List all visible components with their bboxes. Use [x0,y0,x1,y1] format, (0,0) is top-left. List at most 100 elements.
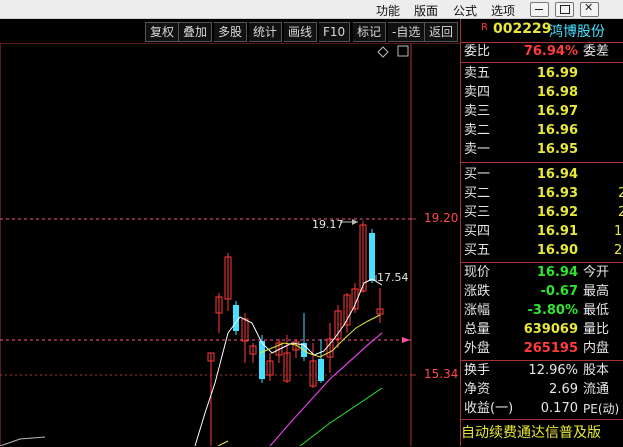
buy-extra: 2 [618,205,623,220]
buy-price: 16.90 [536,243,578,258]
ad-ticker[interactable]: 自动续费通达信普及版 [461,419,623,447]
sell-row: 卖三 16.97 [461,103,623,121]
sell-price: 16.99 [536,66,578,81]
kline-chart[interactable]: 19.20 15.34 19.17 17.54 [0,43,460,446]
sell-price: 16.96 [536,123,578,138]
stock-name[interactable]: 鸿博股份 [549,21,605,41]
peak-arrow [352,219,358,225]
candles [207,221,384,446]
stat-label2: 今开 [583,265,610,280]
stat-value: 265195 [523,341,578,356]
stat2-row: 净资 2.69 流通 [461,381,623,399]
stat-label2: 量比 [583,322,610,337]
buy-price: 16.92 [536,205,578,220]
candle-down [318,359,324,381]
restore-button[interactable] [555,2,574,17]
button-draw-line[interactable]: 画线 [284,22,318,42]
stat-row: 外盘 265195 内盘 [461,340,623,358]
restore-icon [560,5,570,14]
divider [461,162,623,163]
sell-row: 卖一 16.95 [461,141,623,159]
volume-line [0,436,46,446]
sell-price: 16.95 [536,142,578,157]
button-overlay[interactable]: 叠加 [179,22,213,42]
sell-row: 卖二 16.96 [461,122,623,140]
sell-label: 卖一 [464,142,491,157]
stat-label2: 最高 [583,284,610,299]
buy-extra: 2 [618,186,623,201]
stat-row: 涨跌 -0.67 最高 [461,283,623,301]
buy-label: 买五 [464,243,491,258]
button-watchlist[interactable]: -自选 [388,22,426,42]
sell-label: 卖三 [464,104,491,119]
stat2-label2: 股本 [583,363,610,378]
y-label-19-20: 19.20 [424,211,459,225]
stat-label: 总量 [464,322,491,337]
candle-down [259,341,265,379]
stat-label: 现价 [464,265,491,280]
stat-label: 外盘 [464,341,491,356]
stock-terminal-window: 功能 版面 公式 选项 ✕ 复权 叠加 多股 统计 画线 F10 标记 -自选 … [0,0,623,447]
weicha-label: 委差 [583,44,610,59]
button-statistics[interactable]: 统计 [249,22,283,42]
sell-label: 卖二 [464,123,491,138]
buy-price: 16.94 [536,167,578,182]
sell-row: 卖五 16.99 [461,65,623,83]
weibi-row: 委比 76.94% 委差 [461,43,623,61]
kline-svg[interactable] [0,43,460,446]
stat-value: -0.67 [540,284,578,299]
buy-row: 买二 16.93 2 [461,185,623,203]
button-fuquan[interactable]: 复权 [145,22,180,42]
stat2-row: 换手 12.96% 股本 [461,362,623,380]
stat2-label2: 流通 [583,382,610,397]
menu-function[interactable]: 功能 [376,2,400,19]
stock-badge: R [481,22,488,33]
stat-label2: 内盘 [583,341,610,356]
buy-label: 买三 [464,205,491,220]
weibi-value: 76.94% [523,44,578,59]
stat2-label: 收益(一) [464,401,514,416]
divider [461,360,623,361]
quote-panel: R 002229 鸿博股份 委比 76.94% 委差 卖五 16.99 卖四 16.… [460,19,623,447]
sell-price: 16.97 [536,104,578,119]
button-f10[interactable]: F10 [319,22,351,42]
last-price-label: 17.54 [377,271,409,284]
stat2-label2: PE(动) [583,402,620,416]
stat-row: 总量 639069 量比 [461,321,623,339]
sell-price: 16.98 [536,85,578,100]
buy-row: 买三 16.92 2 [461,204,623,222]
sell-row: 卖四 16.98 [461,84,623,102]
button-mark[interactable]: 标记 [353,22,387,42]
stat2-row: 收益(一) 0.170 PE(动) [461,400,623,418]
stat2-value: 12.96% [528,363,578,378]
sell-label: 卖五 [464,66,491,81]
buy-row: 买一 16.94 [461,166,623,184]
buy-price: 16.93 [536,186,578,201]
menu-options[interactable]: 选项 [491,2,515,19]
ma-fragment [217,440,229,446]
menu-formula[interactable]: 公式 [453,2,477,19]
stat-value: -3.80% [527,303,579,318]
stat-label2: 最低 [583,303,610,318]
y-label-15-34: 15.34 [424,367,459,381]
close-button[interactable]: ✕ [580,1,599,17]
buy-row: 买五 16.90 2 [461,242,623,260]
buy-extra: 1 [614,224,623,239]
button-back[interactable]: 返回 [425,22,459,42]
minimize-button[interactable] [530,2,549,17]
menu-layout[interactable]: 版面 [414,2,438,19]
stat-value: 16.94 [536,265,578,280]
stat2-label: 净资 [464,382,491,397]
panel-toggle-icon[interactable] [397,45,409,57]
sell-label: 卖四 [464,85,491,100]
close-icon: ✕ [584,1,594,14]
buy-row: 买四 16.91 1 [461,223,623,241]
stock-code[interactable]: 002229 [493,21,551,37]
diamond-icon[interactable] [377,46,389,58]
stat-label: 涨幅 [464,303,491,318]
button-multi-stock[interactable]: 多股 [214,22,248,42]
candle-down [369,233,375,281]
ma5-line [194,278,383,446]
buy-label: 买四 [464,224,491,239]
candle-down [233,305,239,331]
